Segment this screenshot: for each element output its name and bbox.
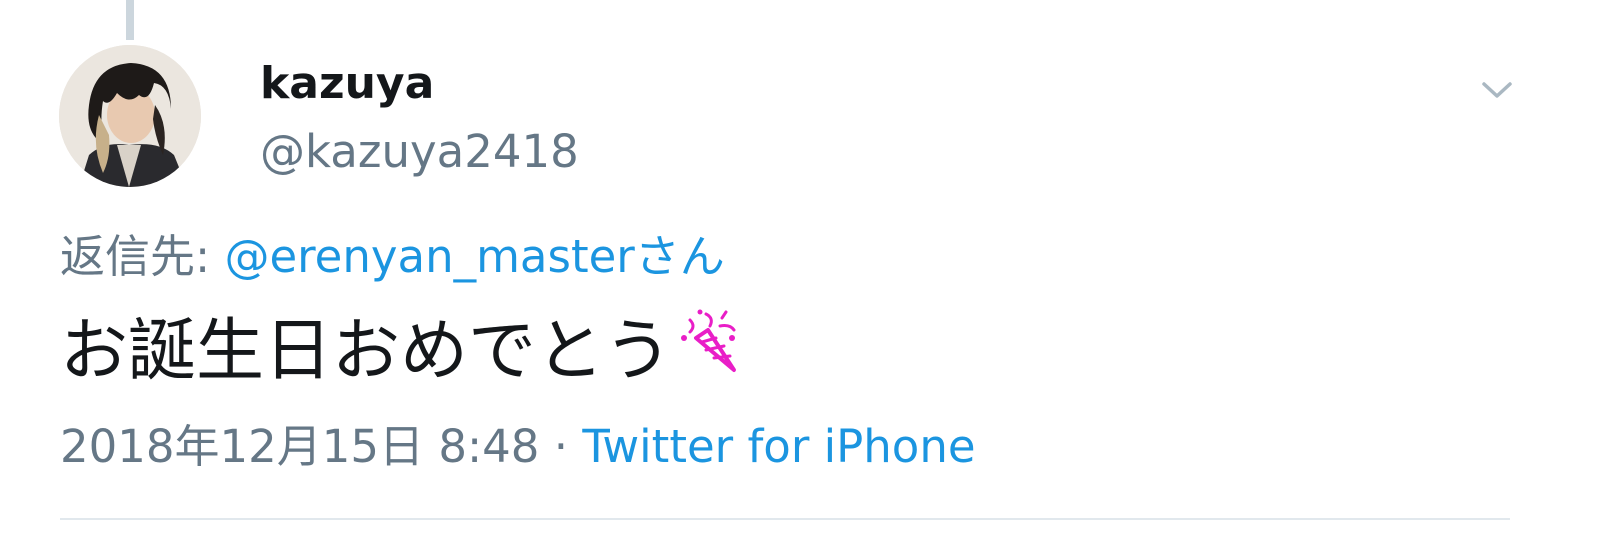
tweet-timestamp[interactable]: 2018年12月15日 8:48	[60, 420, 539, 473]
reply-prefix-label: 返信先:	[60, 230, 225, 283]
tweet-meta: 2018年12月15日 8:48 · Twitter for iPhone	[60, 418, 976, 476]
tweet-source-link[interactable]: Twitter for iPhone	[582, 420, 975, 473]
author-avatar[interactable]	[59, 45, 201, 187]
chevron-down-icon[interactable]	[1480, 78, 1514, 102]
bottom-divider	[60, 518, 1510, 520]
tweet-text: お誕生日おめでとう	[60, 312, 673, 391]
meta-separator: ·	[539, 420, 583, 473]
thread-connector-line	[126, 0, 134, 40]
avatar-photo-icon	[59, 45, 201, 187]
reply-to-user-link[interactable]: @erenyan_masterさん	[224, 230, 724, 283]
reply-context: 返信先: @erenyan_masterさん	[60, 228, 725, 286]
party-popper-icon	[676, 308, 746, 378]
author-handle[interactable]: @kazuya2418	[260, 124, 579, 180]
author-display-name[interactable]: kazuya	[260, 56, 434, 112]
tweet-body: お誕生日おめでとう	[60, 308, 746, 394]
